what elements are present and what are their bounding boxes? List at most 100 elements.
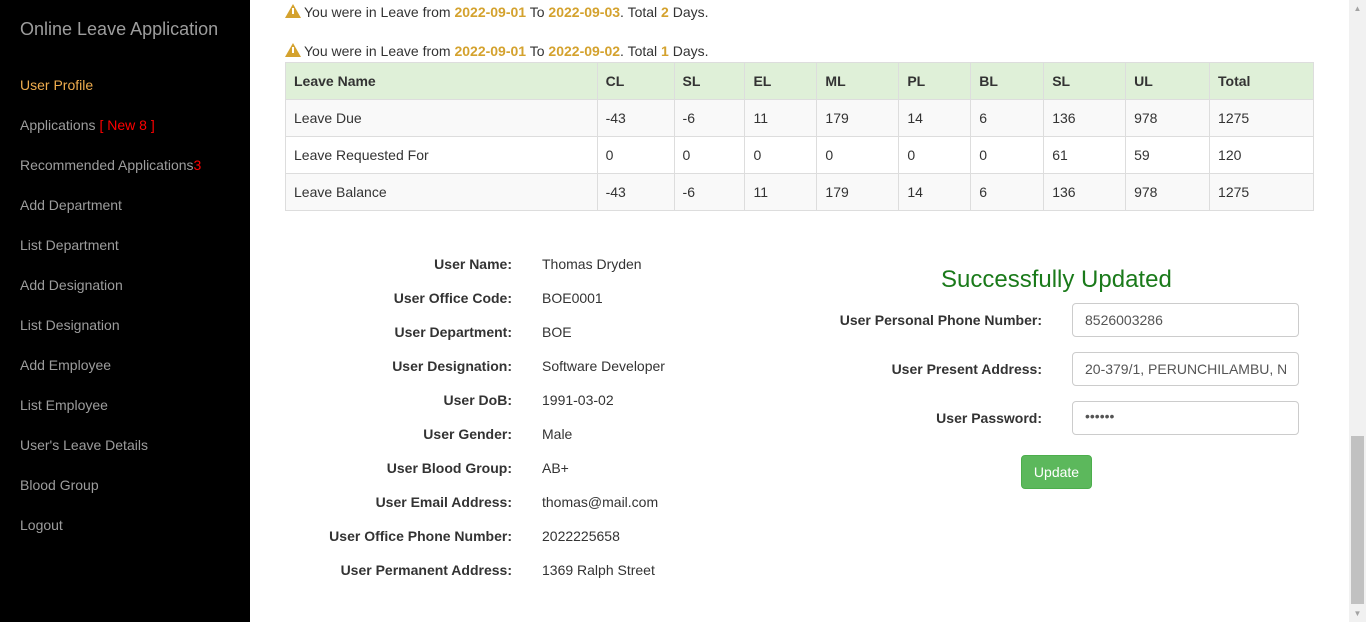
- alert-days: 1: [661, 43, 669, 59]
- profile-label: User Permanent Address:: [340, 562, 512, 578]
- recommended-count-badge: 3: [193, 157, 202, 173]
- column-header: PL: [898, 62, 972, 100]
- profile-value: Software Developer: [542, 358, 665, 374]
- new-applications-badge: [ New 8 ]: [99, 117, 155, 133]
- table-cell: 120: [1209, 136, 1314, 174]
- alert-days: 2: [661, 4, 669, 20]
- table-cell: Leave Requested For: [285, 136, 598, 174]
- user-profile-details: User Name: Thomas Dryden User Office Code…: [250, 247, 800, 587]
- sidebar-item-add-department[interactable]: Add Department: [20, 185, 245, 225]
- sidebar: Online Leave Application User Profile Ap…: [0, 0, 250, 622]
- profile-value: thomas@mail.com: [542, 494, 659, 510]
- table-cell: 0: [970, 136, 1045, 174]
- profile-row: User Office Phone Number: 2022225658: [250, 519, 800, 553]
- table-row: Leave Requested For 0 0 0 0 0 0 61 59 12…: [285, 136, 1314, 174]
- sidebar-item-users-leave-details[interactable]: User's Leave Details: [20, 425, 245, 465]
- profile-label: User DoB:: [443, 392, 512, 408]
- alert-text: . Total: [620, 4, 658, 20]
- phone-input[interactable]: [1072, 303, 1299, 337]
- brand-title[interactable]: Online Leave Application: [20, 19, 218, 40]
- success-message: Successfully Updated: [941, 266, 1172, 293]
- alert-text: Days.: [672, 4, 709, 20]
- profile-label: User Blood Group:: [386, 460, 512, 476]
- profile-row: User Email Address: thomas@mail.com: [250, 485, 800, 519]
- alert-text: You were in Leave from: [304, 43, 451, 59]
- column-header: UL: [1125, 62, 1211, 100]
- scroll-down-icon[interactable]: ▼: [1349, 605, 1366, 622]
- profile-row: User Permanent Address: 1369 Ralph Street: [250, 553, 800, 587]
- alert-text: To: [529, 4, 545, 20]
- phone-label: User Personal Phone Number:: [839, 312, 1042, 328]
- table-cell: 179: [816, 173, 900, 211]
- table-cell: 978: [1125, 99, 1211, 137]
- profile-row: User DoB: 1991-03-02: [250, 383, 800, 417]
- update-button[interactable]: Update: [1021, 455, 1092, 489]
- address-row: User Present Address:: [810, 352, 1310, 386]
- profile-row: User Name: Thomas Dryden: [250, 247, 800, 281]
- sidebar-item-list-department[interactable]: List Department: [20, 225, 245, 265]
- profile-value: Thomas Dryden: [542, 256, 642, 272]
- leave-summary-table: Leave Name CL SL EL ML PL BL SL UL Total…: [285, 62, 1314, 211]
- table-cell: 6: [970, 99, 1045, 137]
- sidebar-item-list-designation[interactable]: List Designation: [20, 305, 245, 345]
- sidebar-item-label: Add Employee: [20, 357, 112, 373]
- alert-text: To: [529, 43, 545, 59]
- phone-row: User Personal Phone Number:: [810, 303, 1310, 337]
- sidebar-item-add-employee[interactable]: Add Employee: [20, 345, 245, 385]
- profile-value: 1991-03-02: [542, 392, 614, 408]
- column-header: CL: [596, 62, 675, 100]
- sidebar-item-label: Applications: [20, 117, 96, 133]
- profile-value: 1369 Ralph Street: [542, 562, 655, 578]
- leave-alert: You were in Leave from 2022-09-01 To 202…: [285, 42, 709, 59]
- table-cell: 0: [816, 136, 900, 174]
- sidebar-item-label: List Employee: [20, 397, 108, 413]
- table-cell: 59: [1125, 136, 1211, 174]
- profile-row: User Gender: Male: [250, 417, 800, 451]
- password-input[interactable]: ••••••: [1072, 401, 1299, 435]
- table-cell: -6: [673, 173, 746, 211]
- alert-text: Days.: [672, 43, 709, 59]
- password-label: User Password:: [936, 410, 1042, 426]
- sidebar-item-recommended-applications[interactable]: Recommended Applications3: [20, 145, 245, 185]
- table-cell: 6: [970, 173, 1045, 211]
- sidebar-item-list-employee[interactable]: List Employee: [20, 385, 245, 425]
- sidebar-item-label: Add Department: [20, 197, 122, 213]
- sidebar-item-applications[interactable]: Applications[ New 8 ]: [20, 105, 245, 145]
- column-header: SL: [673, 62, 746, 100]
- leave-alert: You were in Leave from 2022-09-01 To 202…: [285, 3, 709, 20]
- column-header: SL: [1043, 62, 1127, 100]
- vertical-scrollbar[interactable]: ▲ ▼: [1349, 0, 1366, 622]
- table-cell: 136: [1043, 99, 1127, 137]
- column-header: BL: [970, 62, 1045, 100]
- table-row: Leave Balance -43 -6 11 179 14 6 136 978…: [285, 173, 1314, 211]
- column-header: EL: [744, 62, 818, 100]
- alert-text: You were in Leave from: [304, 4, 451, 20]
- alert-from-date: 2022-09-01: [454, 4, 527, 20]
- sidebar-item-label: Logout: [20, 517, 63, 533]
- sidebar-item-blood-group[interactable]: Blood Group: [20, 465, 245, 505]
- sidebar-item-label: List Designation: [20, 317, 120, 333]
- table-cell: 1275: [1209, 173, 1314, 211]
- profile-label: User Office Code:: [393, 290, 512, 306]
- profile-row: User Office Code: BOE0001: [250, 281, 800, 315]
- table-cell: 14: [898, 173, 972, 211]
- sidebar-item-user-profile[interactable]: User Profile: [20, 65, 245, 105]
- sidebar-item-logout[interactable]: Logout: [20, 505, 245, 545]
- sidebar-item-add-designation[interactable]: Add Designation: [20, 265, 245, 305]
- scroll-up-icon[interactable]: ▲: [1349, 0, 1366, 17]
- address-input[interactable]: [1072, 352, 1299, 386]
- profile-value: AB+: [542, 460, 569, 476]
- profile-label: User Designation:: [392, 358, 512, 374]
- scrollbar-thumb[interactable]: [1351, 436, 1364, 604]
- table-cell: 0: [596, 136, 675, 174]
- sidebar-item-label: Blood Group: [20, 477, 99, 493]
- table-cell: 14: [898, 99, 972, 137]
- profile-label: User Email Address:: [375, 494, 512, 510]
- alert-to-date: 2022-09-03: [548, 4, 621, 20]
- main-content: You were in Leave from 2022-09-01 To 202…: [250, 0, 1349, 622]
- table-cell: -6: [673, 99, 746, 137]
- table-cell: 0: [673, 136, 746, 174]
- sidebar-item-label: User Profile: [20, 77, 94, 93]
- column-header: Leave Name: [285, 62, 598, 100]
- table-cell: Leave Balance: [285, 173, 598, 211]
